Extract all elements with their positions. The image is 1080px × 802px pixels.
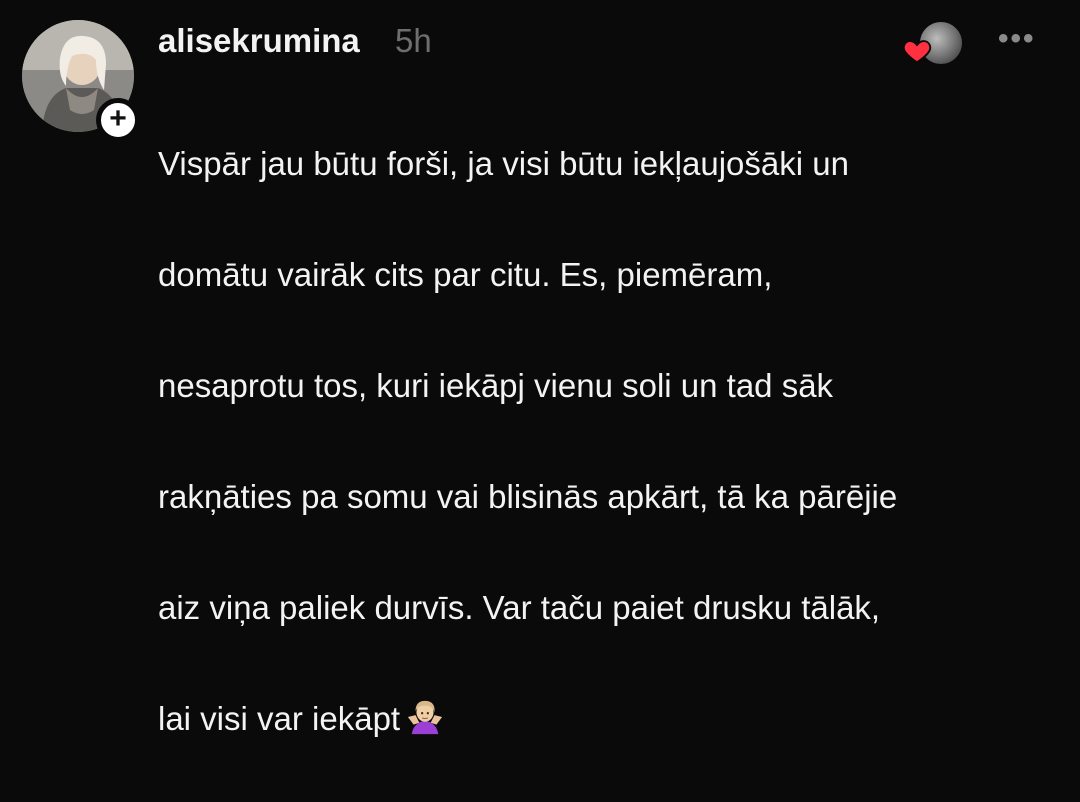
post-line: rakņāties pa somu vai blisinās apkārt, t… [158,477,898,515]
post-line: nesaprotu tos, kuri iekāpj vienu soli un… [158,366,834,404]
post-line: Vispār jau būtu forši, ja visi būtu iekļ… [158,144,849,182]
follow-button[interactable]: + [96,98,140,142]
likers-indicator[interactable] [902,18,964,70]
author-avatar-group[interactable]: + [22,20,140,142]
timestamp: 5h [395,22,432,59]
shrug-woman-emoji [407,700,443,734]
post-line: domātu vairāk cits par citu. Es, piemēra… [158,255,773,293]
post-line: lai visi var iekāpt [158,699,401,737]
username[interactable]: alisekrumina [158,22,360,60]
post-body: Vispār jau būtu forši, ja visi būtu iekļ… [158,80,1048,802]
post-line: aiz viņa paliek durvīs. Var taču paiet d… [158,588,881,626]
heart-icon [902,40,932,64]
post-line-last: lai visi var iekāpt [158,691,1048,747]
thread-post: + alisekrumina 5h ••• Vispār jau būtu fo… [0,0,1080,737]
more-options-button[interactable]: ••• [998,22,1036,56]
